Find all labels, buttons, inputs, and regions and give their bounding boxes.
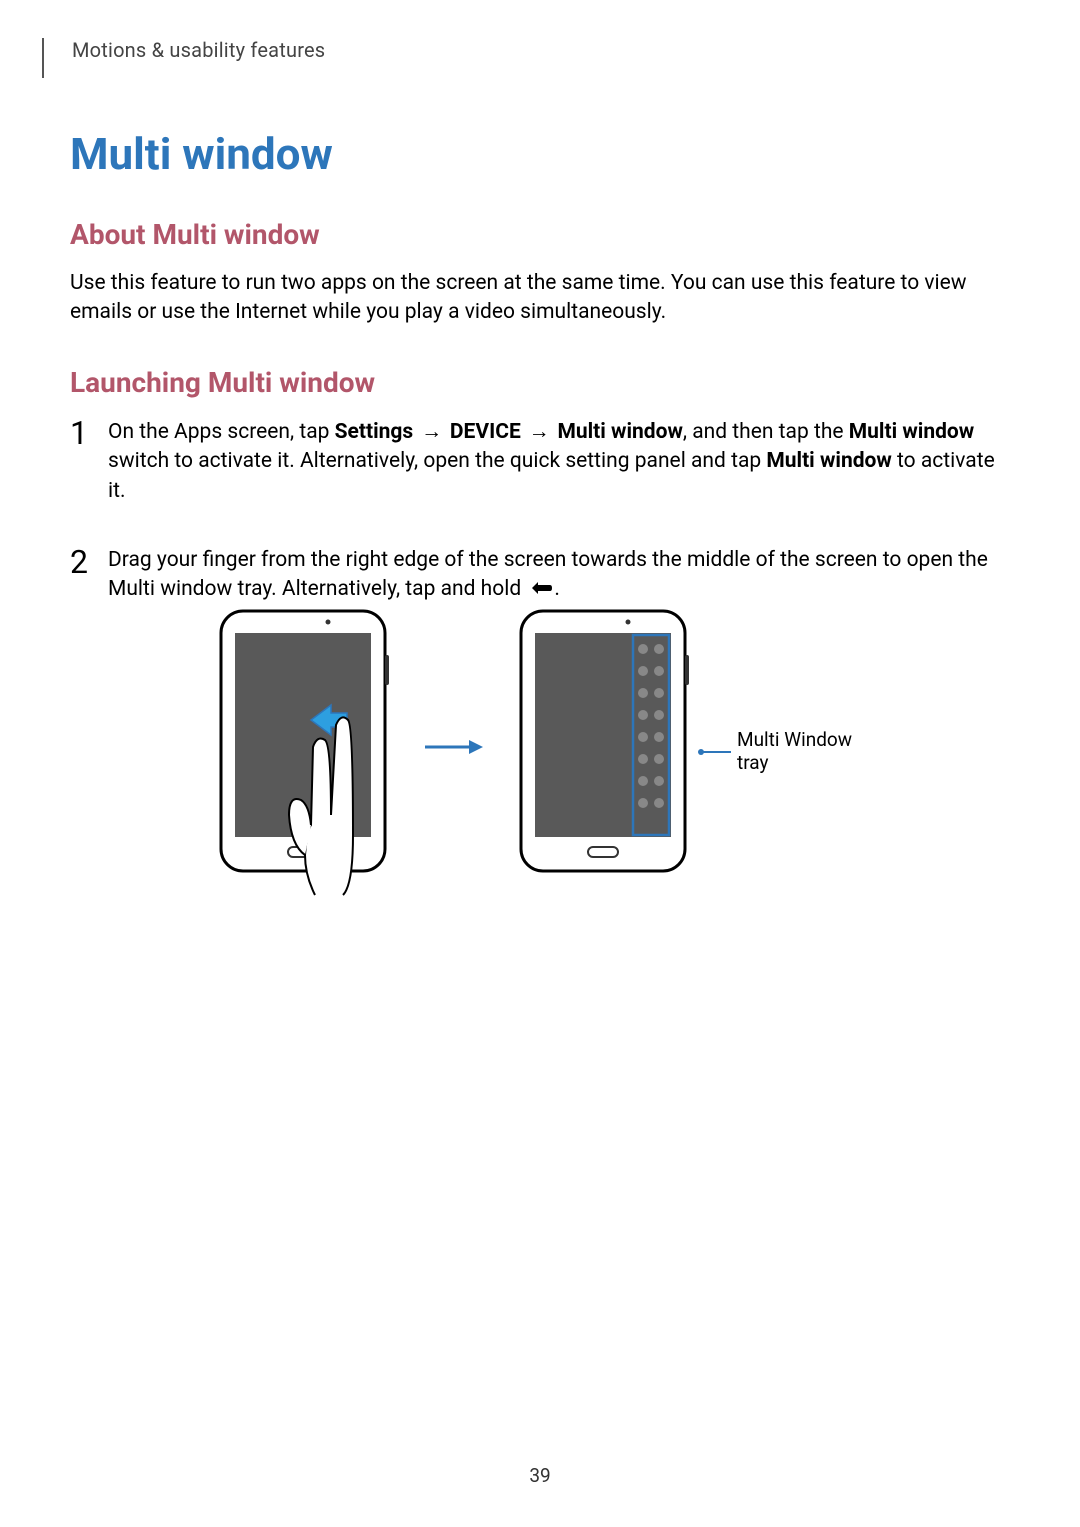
section-heading-about: About Multi window xyxy=(70,218,1010,251)
phone-left xyxy=(213,605,393,890)
callout: Multi Window tray xyxy=(703,729,867,775)
phone-right xyxy=(513,605,693,890)
page-title: Multi window xyxy=(70,128,1010,180)
about-body: Use this feature to run two apps on the … xyxy=(70,269,1010,328)
breadcrumb: Motions & usability features xyxy=(72,38,325,62)
callout-label: Multi Window tray xyxy=(737,729,867,775)
section-heading-launching: Launching Multi window xyxy=(70,366,1010,399)
step-2: Drag your finger from the right edge of … xyxy=(70,546,1010,890)
header-bar: Motions & usability features xyxy=(42,38,1010,78)
page-number: 39 xyxy=(0,1464,1080,1487)
back-icon xyxy=(526,579,554,597)
arrow-right-icon xyxy=(423,737,483,757)
callout-line xyxy=(703,751,731,753)
illustration: Multi Window tray xyxy=(70,605,1010,890)
page: Motions & usability features Multi windo… xyxy=(0,0,1080,1527)
step-list: On the Apps screen, tap Settings → DEVIC… xyxy=(70,417,1010,890)
step-1: On the Apps screen, tap Settings → DEVIC… xyxy=(70,417,1010,506)
